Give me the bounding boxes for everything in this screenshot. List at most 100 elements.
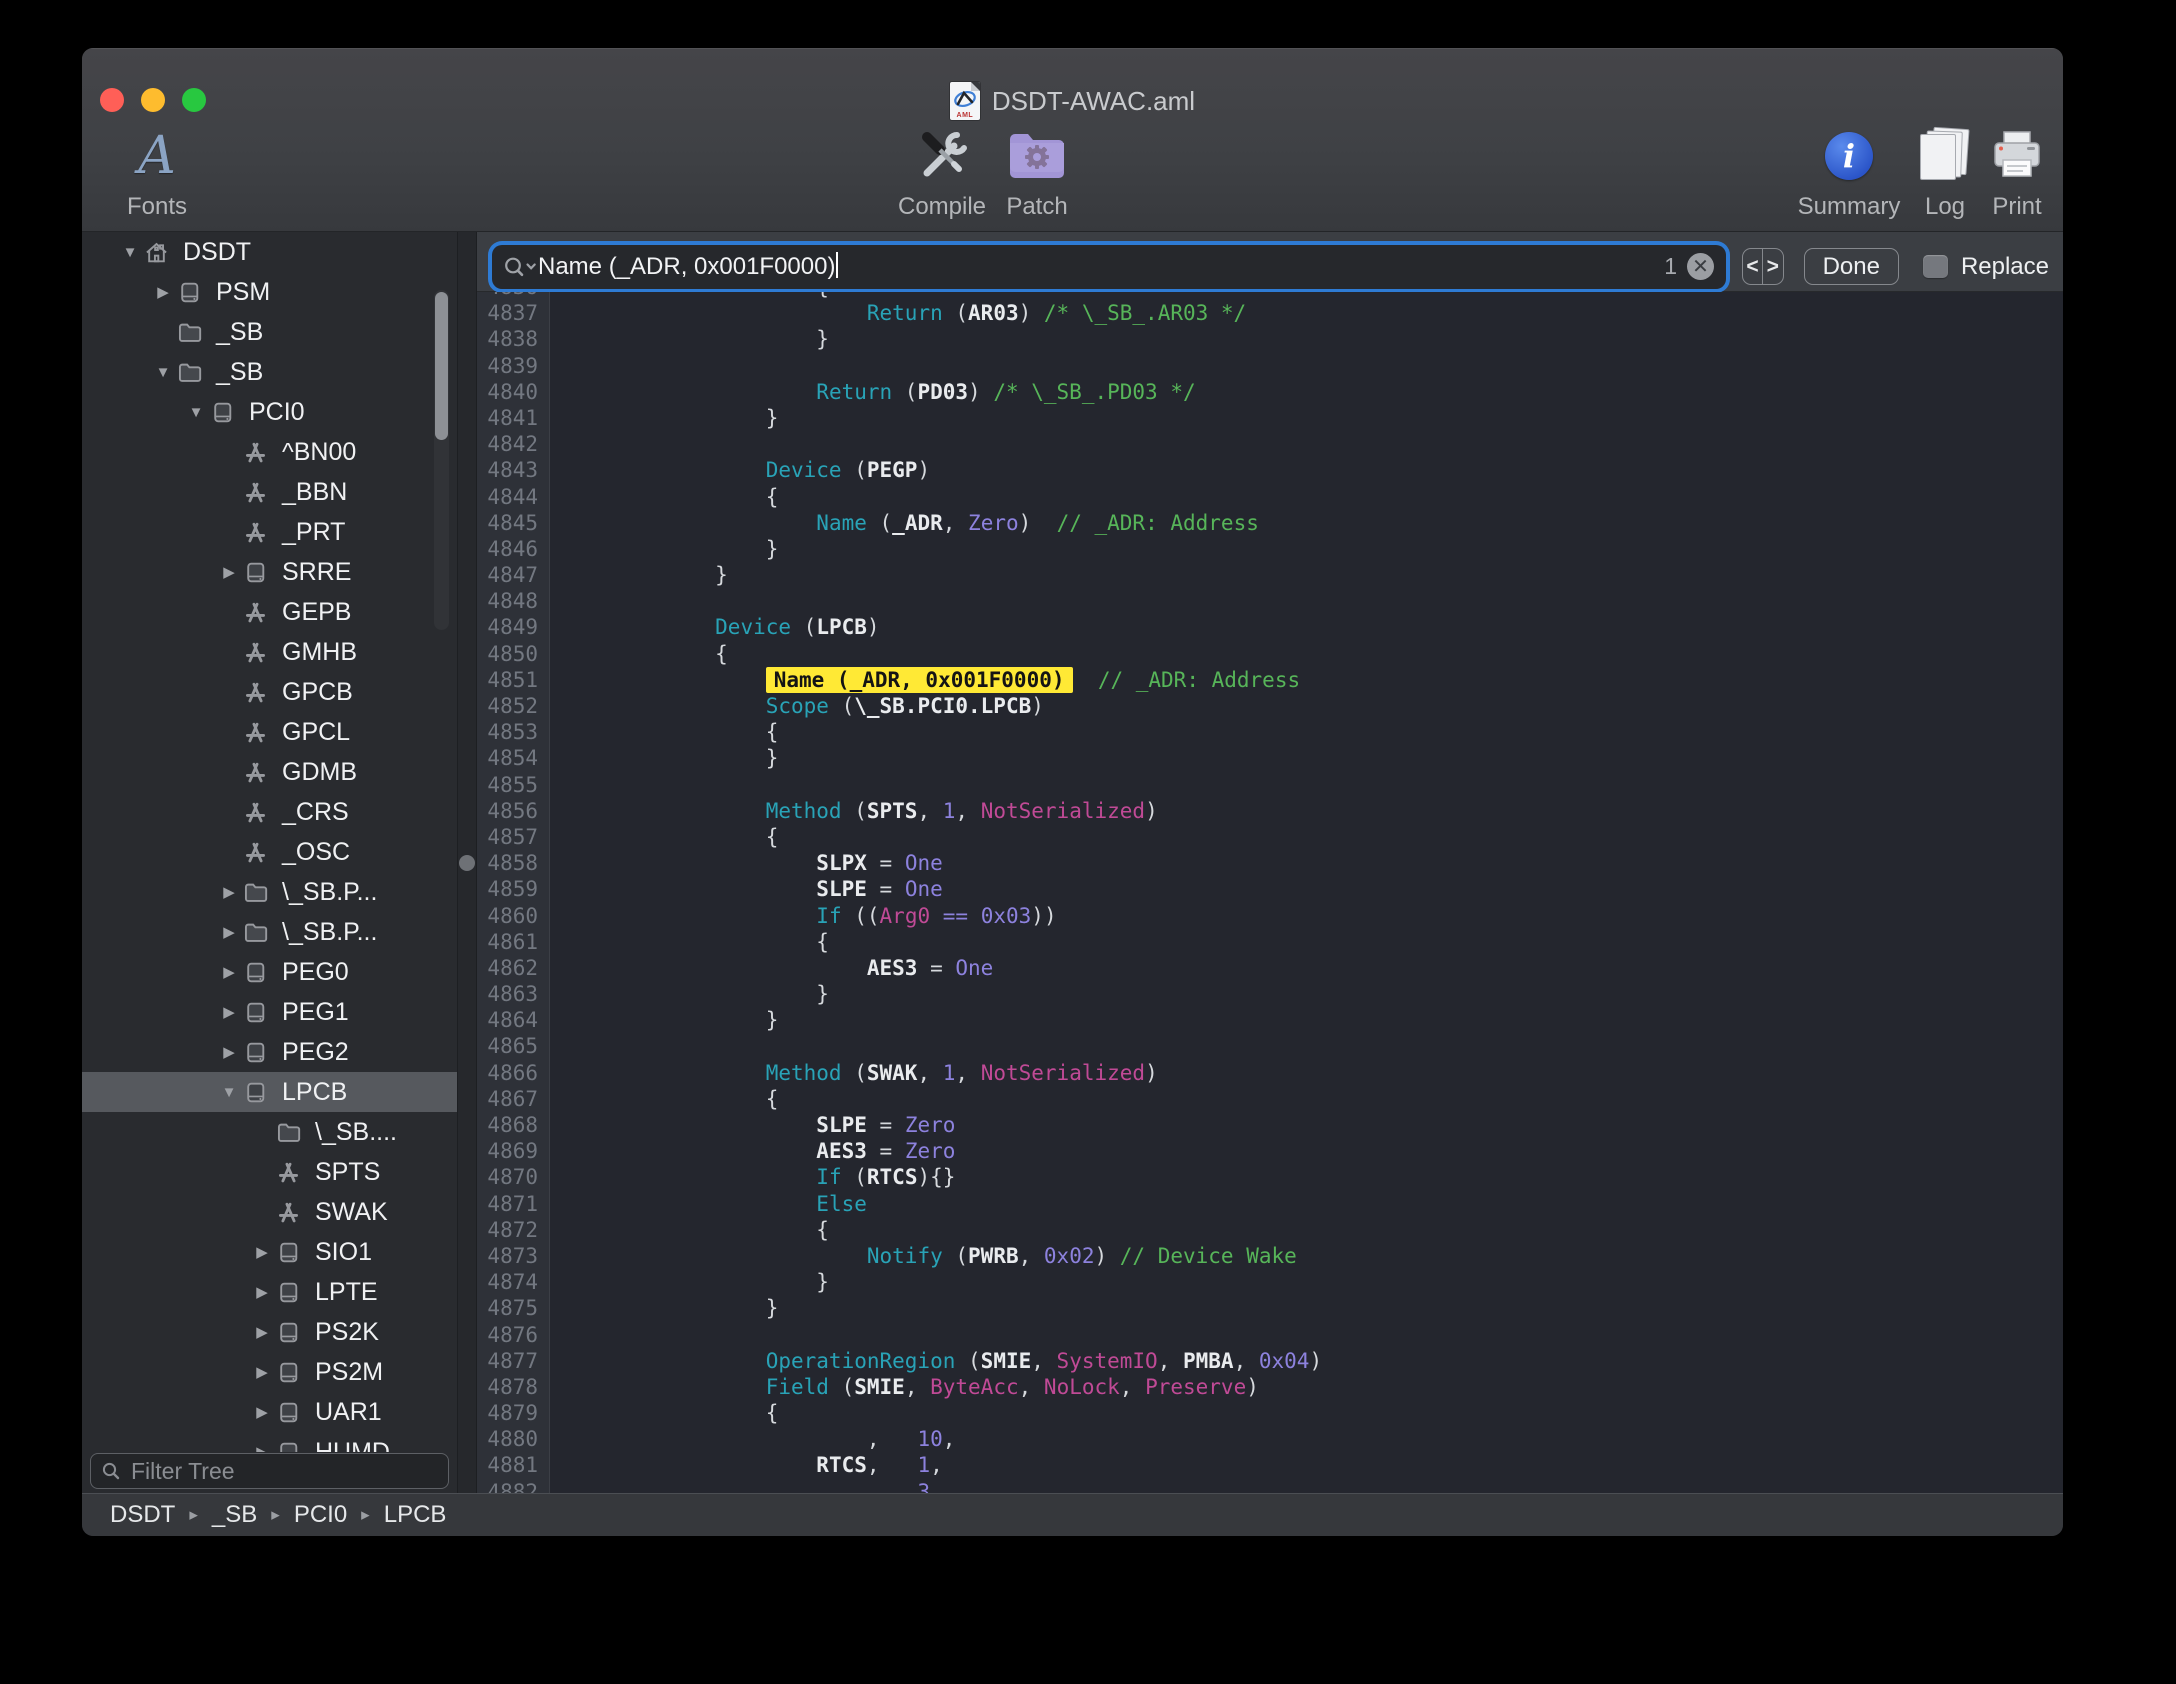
find-next-button[interactable]: > [1763, 249, 1783, 284]
disclosure-triangle[interactable]: ▶ [250, 1443, 274, 1452]
tree-item-label: PS2K [315, 1318, 379, 1347]
tree-item-spts[interactable]: SPTS [82, 1152, 457, 1192]
disclosure-triangle[interactable]: ▶ [250, 1323, 274, 1341]
toolbar-compile-button[interactable]: Compile [882, 125, 1002, 221]
code-line: 4879 { [477, 1400, 2063, 1426]
line-number: 4872 [477, 1217, 550, 1243]
code-line: 4870 If (RTCS){} [477, 1164, 2063, 1190]
folder-icon [241, 919, 269, 946]
disclosure-triangle[interactable]: ▶ [250, 1363, 274, 1381]
tree-item-sio1[interactable]: ▶SIO1 [82, 1232, 457, 1272]
tree-item-gdmb[interactable]: GDMB [82, 752, 457, 792]
clear-search-icon[interactable]: ✕ [1687, 253, 1714, 280]
line-number: 4847 [477, 562, 550, 588]
tree-item-prt[interactable]: _PRT [82, 512, 457, 552]
disclosure-triangle[interactable]: ▶ [217, 1043, 241, 1061]
disclosure-triangle[interactable]: ▼ [217, 1084, 241, 1101]
tree-item-psm[interactable]: ▶PSM [82, 272, 457, 312]
disclosure-triangle[interactable]: ▶ [250, 1403, 274, 1421]
tree-item-lpcb[interactable]: ▼LPCB [82, 1072, 457, 1112]
disclosure-triangle[interactable]: ▶ [151, 283, 175, 301]
search-menu-icon[interactable] [502, 255, 538, 279]
tree-item-bbn[interactable]: _BBN [82, 472, 457, 512]
sidebar-scrollbar-thumb[interactable] [435, 292, 448, 440]
disclosure-triangle[interactable]: ▼ [118, 244, 142, 261]
line-number: 4870 [477, 1164, 550, 1190]
line-number: 4873 [477, 1243, 550, 1269]
toolbar-fonts-label: Fonts [127, 193, 187, 221]
code-text: Else [550, 1191, 867, 1217]
tree-item-gpcb[interactable]: GPCB [82, 672, 457, 712]
pane-divider-handle[interactable] [459, 855, 475, 871]
disclosure-triangle[interactable]: ▼ [184, 404, 208, 421]
tree-item-peg1[interactable]: ▶PEG1 [82, 992, 457, 1032]
dsdt-tree[interactable]: ▼DSDT▶PSM_SB▼_SB▼PCI0^BN00_BBN_PRT▶SRREG… [82, 232, 457, 1452]
code-line: 4843 Device (PEGP) [477, 457, 2063, 483]
disclosure-triangle[interactable]: ▶ [250, 1283, 274, 1301]
tree-item-peg0[interactable]: ▶PEG0 [82, 952, 457, 992]
code-text: SLPE = Zero [550, 1112, 955, 1138]
done-button[interactable]: Done [1804, 248, 1899, 285]
maciasl-window: AML DSDT-AWAC.aml A Fonts Compile [82, 48, 2063, 1536]
tree-item-osc[interactable]: _OSC [82, 832, 457, 872]
search-highlight: Name (_ADR, 0x001F0000) [766, 667, 1073, 693]
tree-item-pci0[interactable]: ▼PCI0 [82, 392, 457, 432]
tree-item-sb[interactable]: \_SB.... [82, 1112, 457, 1152]
code-text: } [550, 981, 829, 1007]
tree-item-dsdt[interactable]: ▼DSDT [82, 232, 457, 272]
tree-item-gepb[interactable]: GEPB [82, 592, 457, 632]
tree-item-ps2k[interactable]: ▶ PS2K [82, 1312, 457, 1352]
toolbar-patch-button[interactable]: Patch [987, 125, 1087, 221]
line-number: 4875 [477, 1295, 550, 1321]
disclosure-triangle[interactable]: ▶ [217, 883, 241, 901]
tree-item-uar1[interactable]: ▶ UAR1 [82, 1392, 457, 1432]
toolbar-print-button[interactable]: Print [1972, 125, 2062, 221]
line-number: 4868 [477, 1112, 550, 1138]
compile-icon [913, 125, 971, 187]
code-text: If ((Arg0 == 0x03)) [550, 903, 1057, 929]
tree-item-label: UAR1 [315, 1398, 382, 1427]
code-editor[interactable]: 4836 {4837 Return (AR03) /* \_SB_.AR03 *… [477, 292, 2063, 1493]
find-query: Name (_ADR, 0x001F0000) [538, 252, 1664, 281]
tree-item-crs[interactable]: _CRS [82, 792, 457, 832]
code-line: 4844 { [477, 484, 2063, 510]
tree-item-bn00[interactable]: ^BN00 [82, 432, 457, 472]
replace-checkbox[interactable] [1923, 255, 1948, 278]
tree-item-lpte[interactable]: ▶LPTE [82, 1272, 457, 1312]
method-icon [241, 719, 269, 746]
tree-item-sb[interactable]: ▼_SB [82, 352, 457, 392]
code-line: 4862 AES3 = One [477, 955, 2063, 981]
toolbar-summary-button[interactable]: i Summary [1787, 125, 1911, 221]
toolbar-fonts-button[interactable]: A Fonts [102, 125, 212, 221]
tree-item-gmhb[interactable]: GMHB [82, 632, 457, 672]
disclosure-triangle[interactable]: ▶ [250, 1243, 274, 1261]
tree-item-swak[interactable]: SWAK [82, 1192, 457, 1232]
tree-item-gpcl[interactable]: GPCL [82, 712, 457, 752]
code-line: 4864 } [477, 1007, 2063, 1033]
replace-toggle: Replace [1923, 253, 2049, 281]
breadcrumb-item-pci0[interactable]: PCI0 [294, 1501, 347, 1529]
disclosure-triangle[interactable]: ▶ [217, 1003, 241, 1021]
breadcrumb-item-lpcb[interactable]: LPCB [384, 1501, 447, 1529]
breadcrumb-item-sb[interactable]: _SB [212, 1501, 257, 1529]
tree-item-peg2[interactable]: ▶ PEG2 [82, 1032, 457, 1072]
tree-item-srre[interactable]: ▶SRRE [82, 552, 457, 592]
find-previous-button[interactable]: < [1743, 249, 1763, 284]
disclosure-triangle[interactable]: ▶ [217, 963, 241, 981]
filter-tree-input[interactable]: Filter Tree [90, 1453, 449, 1489]
find-input[interactable]: Name (_ADR, 0x001F0000) 1 ✕ [492, 245, 1726, 289]
disclosure-triangle[interactable]: ▶ [217, 563, 241, 581]
breadcrumb-item-dsdt[interactable]: DSDT [110, 1501, 175, 1529]
device-icon [274, 1440, 302, 1453]
disclosure-triangle[interactable]: ▼ [151, 364, 175, 381]
code-line: 4872 { [477, 1217, 2063, 1243]
disclosure-triangle[interactable]: ▶ [217, 923, 241, 941]
tree-item-sb[interactable]: _SB [82, 312, 457, 352]
tree-item-humd[interactable]: ▶HUMD [82, 1432, 457, 1452]
tree-item-label: PEG2 [282, 1038, 349, 1067]
tree-item-ps2m[interactable]: ▶PS2M [82, 1352, 457, 1392]
tree-item-sbp[interactable]: ▶\_SB.P... [82, 872, 457, 912]
code-text [550, 772, 614, 798]
code-line: 4847 } [477, 562, 2063, 588]
tree-item-sbp[interactable]: ▶\_SB.P... [82, 912, 457, 952]
